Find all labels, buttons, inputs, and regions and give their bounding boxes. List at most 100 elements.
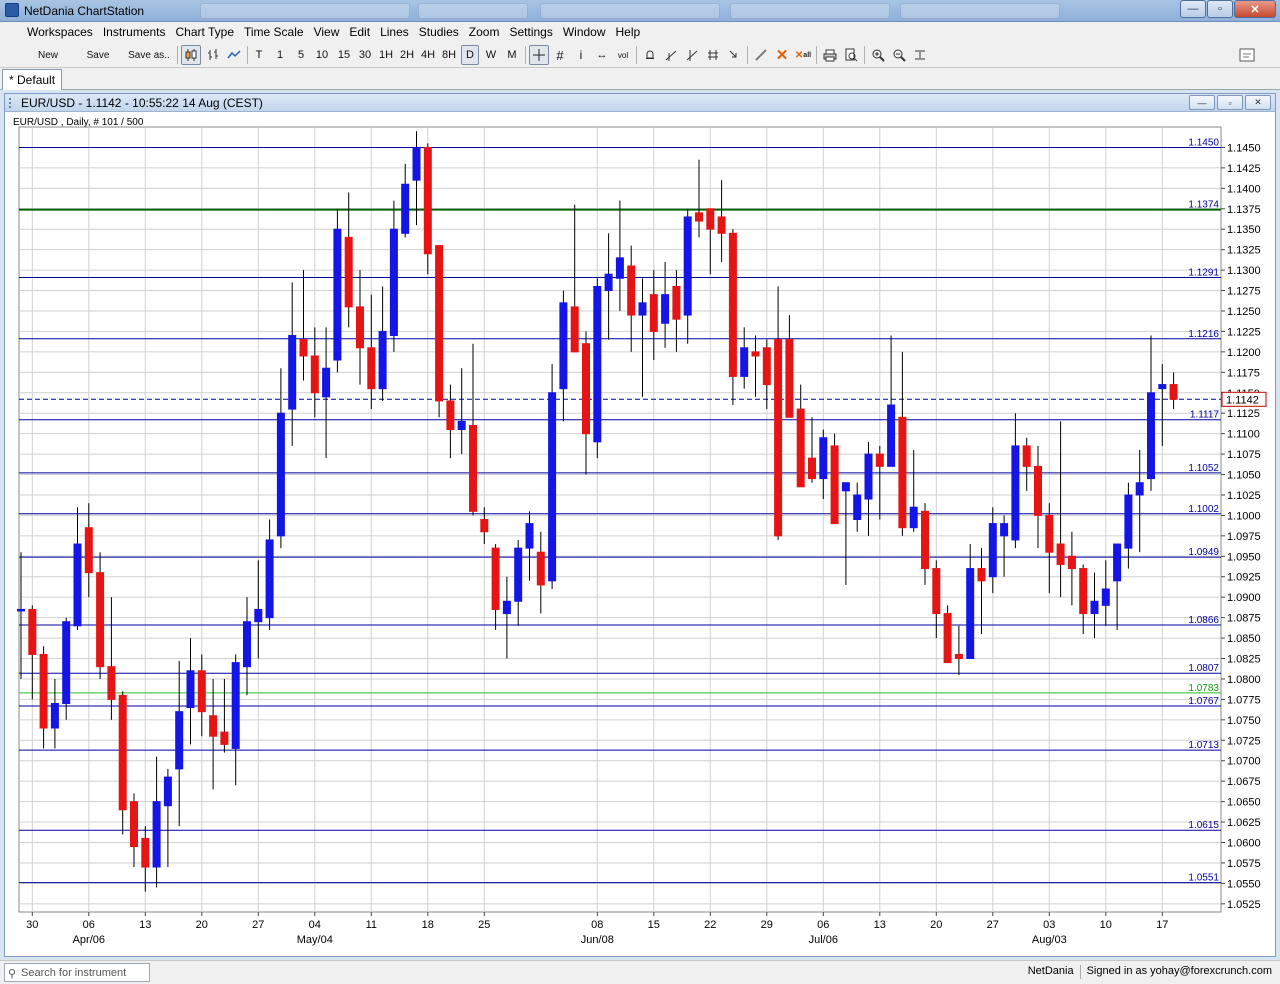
candle [1067, 531, 1076, 606]
fit-icon[interactable] [910, 45, 930, 65]
toolbar: New Save Save as.. T 1 5 10 15 30 1H 2H … [0, 42, 1280, 68]
arrows-icon[interactable]: ↔ [592, 45, 612, 65]
menu-chart-type[interactable]: Chart Type [171, 22, 239, 42]
timescale-weekly[interactable]: W [482, 45, 500, 65]
chart-close-button[interactable]: ✕ [1245, 95, 1271, 110]
candle-body [988, 523, 997, 578]
instrument-search[interactable]: ⚲ [4, 963, 150, 982]
crosshair-icon[interactable] [529, 45, 549, 65]
background-window-tab[interactable] [200, 3, 410, 19]
panel-icon[interactable] [1237, 45, 1257, 65]
chart-minimize-button[interactable]: — [1189, 95, 1215, 110]
save-as-button[interactable]: Save as.. [124, 45, 174, 65]
background-window-tab[interactable] [900, 3, 1060, 19]
x-month-label: Jun/08 [581, 934, 614, 946]
volume-icon[interactable]: vol [613, 45, 633, 65]
chart-window-titlebar[interactable]: EUR/USD - 1.1142 - 10:55:22 14 Aug (CEST… [5, 94, 1275, 112]
x-tick-label: 25 [478, 919, 490, 931]
timescale-2h[interactable]: 2H [397, 45, 417, 65]
candle-body [966, 568, 975, 660]
candle-body [808, 457, 816, 480]
menu-view[interactable]: View [309, 22, 345, 42]
save-button[interactable]: Save [80, 45, 116, 65]
timescale-5min[interactable]: 5 [293, 45, 309, 65]
y-tick-label: 1.1000 [1227, 510, 1261, 522]
maximize-button[interactable]: ▫ [1207, 0, 1233, 18]
menu-edit[interactable]: Edit [344, 22, 375, 42]
zoom-in-icon[interactable] [868, 45, 888, 65]
chart-restore-button[interactable]: ▫ [1217, 95, 1243, 110]
level-label: 1.1002 [1188, 504, 1219, 515]
candle-body [367, 347, 376, 390]
tab-default[interactable]: * Default [2, 69, 62, 90]
level-label: 1.0949 [1188, 547, 1219, 558]
y-tick-label: 1.0700 [1227, 756, 1261, 768]
print-icon[interactable] [820, 45, 840, 65]
grid-icon[interactable]: # [550, 45, 570, 65]
timescale-4h[interactable]: 4H [418, 45, 438, 65]
x-tick-label: 04 [309, 919, 321, 931]
menu-lines[interactable]: Lines [375, 22, 414, 42]
candle [423, 143, 432, 275]
y-tick-label: 1.1450 [1227, 142, 1261, 154]
timescale-daily[interactable]: D [461, 45, 479, 65]
minimize-button[interactable]: — [1180, 0, 1206, 18]
info-icon[interactable]: i [571, 45, 591, 65]
trend-channel-icon[interactable] [682, 45, 702, 65]
timescale-tick[interactable]: T [251, 45, 267, 65]
menu-studies[interactable]: Studies [414, 22, 464, 42]
background-window-tab[interactable] [418, 3, 528, 19]
candle-body [1000, 523, 1009, 537]
drag-grip-icon[interactable] [9, 98, 15, 108]
pencil-icon[interactable] [751, 45, 771, 65]
candle-body [706, 208, 715, 230]
candle [491, 544, 500, 630]
line-icon[interactable] [224, 45, 244, 65]
candle-body [1056, 543, 1065, 565]
candlestick-chart[interactable]: EUR/USD , Daily, # 101 / 500 1.1450 1.137… [5, 113, 1275, 957]
search-input[interactable] [21, 965, 147, 980]
timescale-15min[interactable]: 15 [334, 45, 354, 65]
timescale-30min[interactable]: 30 [355, 45, 375, 65]
timescale-10min[interactable]: 10 [312, 45, 332, 65]
candles-icon[interactable] [181, 45, 201, 65]
x-tick-label: 27 [252, 919, 264, 931]
timescale-monthly[interactable]: M [503, 45, 521, 65]
candle [706, 208, 715, 275]
menu-window[interactable]: Window [558, 22, 611, 42]
bars-icon[interactable] [203, 45, 223, 65]
candle [469, 343, 477, 516]
y-tick-label: 1.1425 [1227, 163, 1261, 175]
print-preview-icon[interactable] [841, 45, 861, 65]
delete-icon[interactable]: ✕ [772, 45, 792, 65]
menu-instruments[interactable]: Instruments [98, 22, 171, 42]
menu-workspaces[interactable]: Workspaces [22, 22, 98, 42]
new-button[interactable]: New [30, 45, 66, 65]
level-label: 1.1374 [1188, 200, 1219, 211]
cursor-arrow-icon[interactable] [724, 45, 744, 65]
trendline-icon[interactable] [661, 45, 681, 65]
menu-zoom[interactable]: Zoom [464, 22, 505, 42]
bell-icon[interactable] [640, 45, 660, 65]
window-controls: — ▫ ✕ [1179, 0, 1276, 18]
fork-icon[interactable] [703, 45, 723, 65]
candle [559, 290, 568, 422]
timescale-1h[interactable]: 1H [376, 45, 396, 65]
candle [209, 678, 218, 790]
background-window-tab[interactable] [540, 3, 720, 19]
candle-body [163, 776, 172, 807]
timescale-1min[interactable]: 1 [272, 45, 288, 65]
close-button[interactable]: ✕ [1234, 0, 1276, 18]
search-icon: ⚲ [8, 968, 17, 980]
x-tick-label: 15 [648, 919, 660, 931]
delete-all-icon[interactable]: ✕ all [793, 45, 813, 65]
menu-help[interactable]: Help [611, 22, 646, 42]
candle [638, 278, 647, 397]
menu-time-scale[interactable]: Time Scale [239, 22, 309, 42]
candle [864, 441, 873, 536]
zoom-out-icon[interactable] [889, 45, 909, 65]
candle-body [152, 801, 161, 868]
menu-settings[interactable]: Settings [504, 22, 557, 42]
background-window-tab[interactable] [730, 3, 890, 19]
timescale-8h[interactable]: 8H [439, 45, 459, 65]
